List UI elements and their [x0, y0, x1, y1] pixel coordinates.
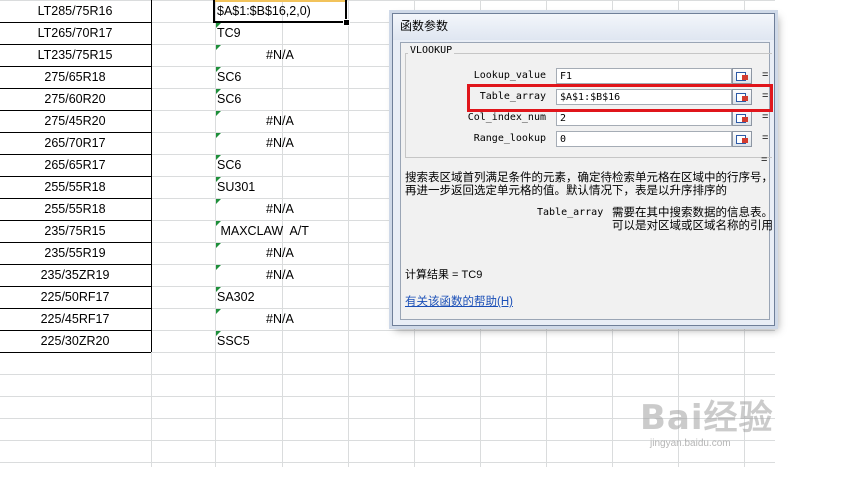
help-link[interactable]: 有关该函数的帮助(H) [405, 293, 513, 309]
cell-border [0, 198, 151, 199]
error-indicator-icon [216, 67, 221, 72]
cell-border [0, 66, 151, 67]
arg-eq: = [762, 69, 769, 81]
cell-border [0, 110, 151, 111]
cell-border [0, 154, 151, 155]
arg-input[interactable]: 0 [556, 131, 732, 147]
cell-b[interactable]: SU301 [217, 176, 255, 198]
error-indicator-icon [216, 45, 221, 50]
cell-border [0, 242, 151, 243]
error-indicator-icon [216, 221, 221, 226]
cell-border [0, 132, 151, 133]
cell-border [0, 286, 151, 287]
error-indicator-icon [216, 111, 221, 116]
cell-border [0, 220, 151, 221]
cell-b[interactable]: MAXCLAW A/T [217, 220, 308, 242]
arg-eq: = [762, 132, 769, 144]
arrow-icon [742, 75, 748, 80]
arg-label: Range_lookup [473, 133, 546, 144]
param-name: Table_array [537, 207, 604, 218]
error-indicator-icon [216, 133, 221, 138]
error-indicator-icon [216, 23, 221, 28]
error-indicator-icon [216, 89, 221, 94]
error-indicator-icon [216, 199, 221, 204]
cell-b[interactable]: #N/A [266, 242, 294, 264]
active-cell[interactable] [213, 0, 347, 23]
function-description: 搜索表区域首列满足条件的元素，确定待检索单元格在区域中的行序号，再进一步返回选定… [405, 172, 773, 197]
baidu-logo: Bai经验 [640, 398, 774, 438]
error-indicator-icon [216, 155, 221, 160]
cell-border [0, 44, 151, 45]
cell-b[interactable]: #N/A [266, 198, 294, 220]
cell-border [0, 352, 151, 353]
error-indicator-icon [216, 287, 221, 292]
calc-result: 计算结果 = TC9 [405, 269, 483, 281]
error-indicator-icon [216, 177, 221, 182]
cell-border [0, 22, 151, 23]
collapse-dialog-button[interactable] [732, 131, 752, 147]
cell-border [0, 88, 151, 89]
eq-line: = [761, 154, 768, 166]
watermark-url: jingyan.baidu.com [650, 438, 731, 449]
fill-handle[interactable] [343, 19, 350, 26]
function-name: VLOOKUP [408, 45, 455, 56]
arrow-icon [742, 117, 748, 122]
dialog-title: 函数参数 [393, 14, 774, 40]
cell-border [0, 176, 151, 177]
cell-border [0, 308, 151, 309]
cell-b[interactable]: #N/A [266, 110, 294, 132]
cell-b[interactable]: #N/A [266, 308, 294, 330]
cell-b[interactable]: #N/A [266, 44, 294, 66]
cell-b[interactable]: #N/A [266, 132, 294, 154]
grid-hline [0, 374, 775, 375]
cell-b[interactable]: SA302 [217, 286, 255, 308]
error-indicator-icon [216, 243, 221, 248]
arg-eq: = [762, 111, 769, 123]
arrow-icon [742, 138, 748, 143]
cell-border [0, 264, 151, 265]
arg-input[interactable]: F1 [556, 68, 732, 84]
error-indicator-icon [216, 309, 221, 314]
watermark: Bai经验 jingyan.baidu.com [640, 390, 810, 470]
param-description: 需要在其中搜索数据的信息表。可以是对区域或区域名称的引用 [612, 207, 773, 232]
error-indicator-icon [216, 331, 221, 336]
arg-input[interactable]: 2 [556, 110, 732, 126]
column-a-border [0, 0, 152, 353]
arg-label: Col_index_num [467, 112, 546, 123]
collapse-dialog-button[interactable] [732, 110, 752, 126]
cell-b[interactable]: SSC5 [217, 330, 250, 352]
arg-label: Lookup_value [473, 70, 546, 81]
cell-border [0, 330, 151, 331]
collapse-dialog-button[interactable] [732, 68, 752, 84]
highlight-box [467, 84, 773, 112]
error-indicator-icon [216, 265, 221, 270]
cell-b[interactable]: #N/A [266, 264, 294, 286]
